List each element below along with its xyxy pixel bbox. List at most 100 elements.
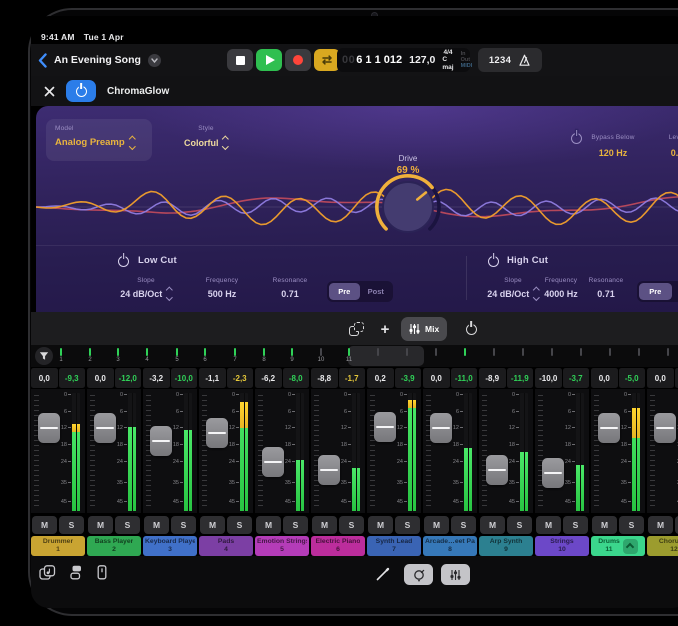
peak-value[interactable]: -8,0 bbox=[283, 368, 310, 388]
fader-handle[interactable] bbox=[542, 458, 564, 488]
browser-icon[interactable] bbox=[39, 565, 56, 580]
solo-button[interactable]: S bbox=[171, 516, 196, 534]
solo-button[interactable]: S bbox=[619, 516, 644, 534]
volume-value[interactable]: 0,2 bbox=[367, 368, 394, 388]
mute-button[interactable]: M bbox=[144, 516, 169, 534]
track-name-plate[interactable]: Strings10 bbox=[535, 536, 589, 556]
low-cut-slope[interactable]: Slope 24 dB/Oct bbox=[111, 277, 181, 302]
count-in-button[interactable]: 1234 bbox=[489, 55, 511, 66]
peak-value[interactable]: -10,0 bbox=[171, 368, 198, 388]
collapse-chevron-button[interactable] bbox=[623, 539, 638, 554]
low-cut-power-icon[interactable] bbox=[118, 256, 129, 267]
edit-pencil-icon[interactable] bbox=[375, 567, 390, 582]
low-cut-resonance[interactable]: Resonance 0.71 bbox=[255, 277, 325, 302]
volume-value[interactable]: 0,0 bbox=[423, 368, 450, 388]
play-button[interactable] bbox=[256, 49, 282, 71]
track-name-plate[interactable]: Bass Player2 bbox=[87, 536, 141, 556]
bypass-control[interactable]: Bypass Below 120 Hz bbox=[573, 126, 653, 158]
track-name-plate[interactable]: Arp Synth9 bbox=[479, 536, 533, 556]
song-menu-button[interactable] bbox=[148, 54, 161, 67]
mute-button[interactable]: M bbox=[424, 516, 449, 534]
metronome-icon[interactable] bbox=[518, 54, 531, 67]
solo-button[interactable]: S bbox=[283, 516, 308, 534]
track-name-plate[interactable]: Synth Lead7 bbox=[367, 536, 421, 556]
level-control[interactable]: Level 0.0 bbox=[649, 126, 678, 158]
fader-handle[interactable] bbox=[654, 413, 676, 443]
chain-power-button[interactable] bbox=[459, 317, 483, 341]
lcd-display[interactable]: 00 6 1 1 012 127,0 4/4 C maj In Out MIDI bbox=[337, 48, 470, 72]
fader-handle[interactable] bbox=[430, 413, 452, 443]
track-name-plate[interactable]: Arcade…eet Pad8 bbox=[423, 536, 477, 556]
high-cut-power-icon[interactable] bbox=[488, 256, 499, 267]
close-icon[interactable] bbox=[44, 86, 55, 97]
mute-button[interactable]: M bbox=[480, 516, 505, 534]
peak-value[interactable]: -12,0 bbox=[115, 368, 142, 388]
solo-button[interactable]: S bbox=[507, 516, 532, 534]
track-name-plate[interactable]: Chorus V12 bbox=[647, 536, 678, 556]
pre-button[interactable]: Pre bbox=[329, 283, 360, 300]
volume-value[interactable]: -6,2 bbox=[255, 368, 282, 388]
mute-button[interactable]: M bbox=[592, 516, 617, 534]
volume-value[interactable]: 0,0 bbox=[647, 368, 674, 388]
fader-handle[interactable] bbox=[38, 413, 60, 443]
mute-button[interactable]: M bbox=[648, 516, 673, 534]
post-button[interactable]: Post bbox=[361, 283, 392, 300]
stop-button[interactable] bbox=[227, 49, 253, 71]
filter-button[interactable] bbox=[35, 347, 53, 365]
volume-value[interactable]: 0,0 bbox=[591, 368, 618, 388]
fader-handle[interactable] bbox=[486, 455, 508, 485]
record-button[interactable] bbox=[285, 49, 311, 71]
peak-value[interactable]: -2,3 bbox=[227, 368, 254, 388]
mute-button[interactable]: M bbox=[312, 516, 337, 534]
peak-value[interactable]: -1,7 bbox=[339, 368, 366, 388]
duplicate-button[interactable] bbox=[343, 317, 369, 341]
peak-value[interactable]: -11,9 bbox=[507, 368, 534, 388]
mixer-view-button[interactable] bbox=[441, 564, 470, 585]
volume-value[interactable]: -10,0 bbox=[535, 368, 562, 388]
mute-button[interactable]: M bbox=[536, 516, 561, 534]
fader-handle[interactable] bbox=[318, 455, 340, 485]
mute-button[interactable]: M bbox=[88, 516, 113, 534]
add-plugin-button[interactable]: + bbox=[373, 317, 397, 341]
mute-button[interactable]: M bbox=[368, 516, 393, 534]
drive-knob[interactable] bbox=[368, 167, 448, 247]
solo-button[interactable]: S bbox=[339, 516, 364, 534]
fader-handle[interactable] bbox=[150, 426, 172, 456]
style-select[interactable]: Style Colorful bbox=[158, 119, 254, 161]
fader-handle[interactable] bbox=[262, 447, 284, 477]
low-cut-frequency[interactable]: Frequency 500 Hz bbox=[187, 277, 257, 302]
solo-button[interactable]: S bbox=[395, 516, 420, 534]
high-cut-resonance[interactable]: Resonance 0.71 bbox=[571, 277, 641, 302]
post-button[interactable]: Post bbox=[673, 283, 678, 300]
bar-ruler[interactable]: 1234567891011 bbox=[31, 345, 678, 367]
fader-handle[interactable] bbox=[374, 412, 396, 442]
peak-value[interactable]: -5,0 bbox=[619, 368, 646, 388]
volume-value[interactable]: -8,8 bbox=[311, 368, 338, 388]
volume-value[interactable]: -8,9 bbox=[479, 368, 506, 388]
mute-button[interactable]: M bbox=[32, 516, 57, 534]
back-chevron-icon[interactable] bbox=[38, 53, 47, 68]
solo-button[interactable]: S bbox=[563, 516, 588, 534]
peak-value[interactable]: -11,0 bbox=[451, 368, 478, 388]
peak-value[interactable] bbox=[675, 368, 678, 388]
plugin-power-button[interactable] bbox=[66, 80, 96, 102]
io-device-icon[interactable] bbox=[96, 565, 108, 580]
volume-value[interactable]: 0,0 bbox=[87, 368, 114, 388]
track-name-plate[interactable]: Emotion Strings5 bbox=[255, 536, 309, 556]
volume-value[interactable]: -3,2 bbox=[143, 368, 170, 388]
fader-handle[interactable] bbox=[206, 418, 228, 448]
solo-button[interactable]: S bbox=[115, 516, 140, 534]
solo-button[interactable]: S bbox=[451, 516, 476, 534]
track-name-plate[interactable]: Keyboard Player3 bbox=[143, 536, 197, 556]
mute-button[interactable]: M bbox=[256, 516, 281, 534]
track-name-plate[interactable]: Electric Piano6 bbox=[311, 536, 365, 556]
song-title[interactable]: An Evening Song bbox=[54, 54, 141, 66]
pre-button[interactable]: Pre bbox=[639, 283, 672, 300]
solo-button[interactable]: S bbox=[227, 516, 252, 534]
controls-view-button[interactable] bbox=[404, 564, 433, 585]
plugins-icon[interactable] bbox=[69, 565, 83, 580]
peak-value[interactable]: -3,7 bbox=[563, 368, 590, 388]
peak-value[interactable]: -9,3 bbox=[59, 368, 86, 388]
mix-button[interactable]: Mix bbox=[401, 317, 447, 341]
fader-handle[interactable] bbox=[598, 413, 620, 443]
